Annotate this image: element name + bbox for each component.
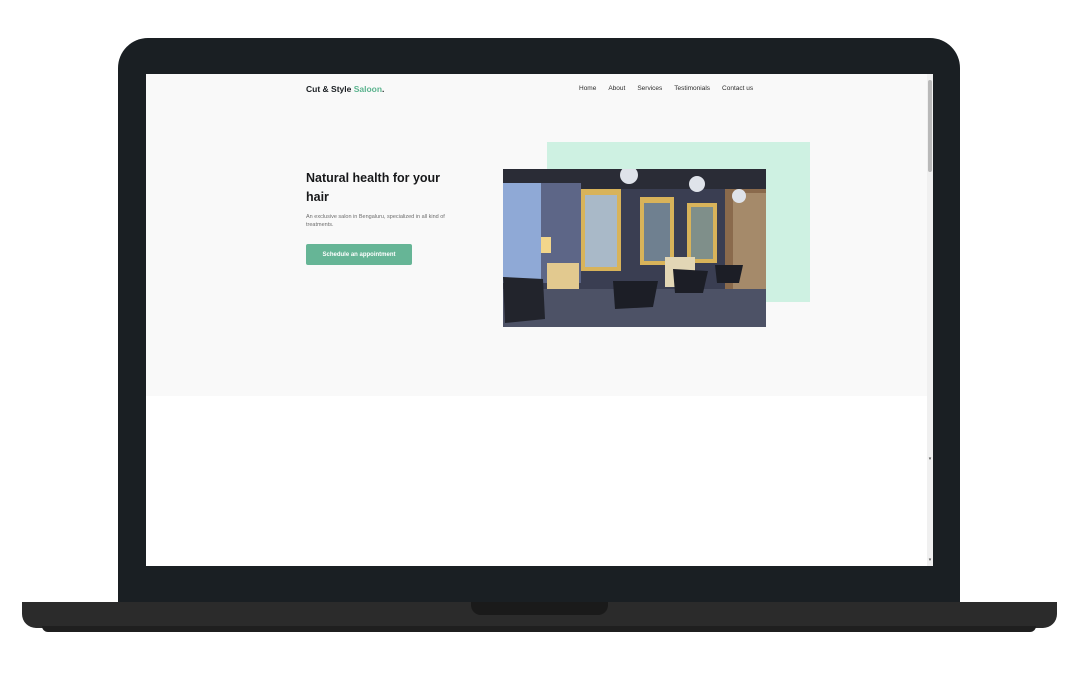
scroll-bottom-arrow-icon[interactable]: ▾ — [928, 558, 932, 563]
nav-about[interactable]: About — [608, 85, 625, 92]
nav-testimonials[interactable]: Testimonials — [674, 85, 710, 92]
nav-contact[interactable]: Contact us — [722, 85, 753, 92]
hero-section: Cut & Style Saloon. Home About Services … — [146, 74, 927, 396]
main-nav: Home About Services Testimonials Contact… — [579, 85, 753, 92]
brand-logo[interactable]: Cut & Style Saloon. — [306, 84, 384, 94]
brand-accent: Saloon — [353, 84, 383, 94]
scrollbar-thumb[interactable] — [928, 80, 932, 172]
laptop-base-lip — [42, 626, 1036, 632]
nav-home[interactable]: Home — [579, 85, 596, 92]
brand-dot: . — [382, 84, 385, 94]
schedule-appointment-button[interactable]: Schedule an appointment — [306, 244, 412, 265]
brand-main: Cut & Style — [306, 84, 354, 94]
vertical-scrollbar[interactable]: ▾ ▾ — [927, 74, 933, 566]
laptop-screen: Cut & Style Saloon. Home About Services … — [146, 74, 933, 566]
hero-title: Natural health for your hair — [306, 171, 441, 204]
nav-services[interactable]: Services — [637, 85, 662, 92]
background-shape — [146, 484, 206, 504]
salon-interior-image — [503, 169, 766, 327]
scroll-down-arrow-icon[interactable]: ▾ — [928, 457, 932, 462]
hero-subtitle: An exclusive salon in Bengaluru, special… — [306, 214, 445, 228]
laptop-notch — [471, 602, 608, 615]
